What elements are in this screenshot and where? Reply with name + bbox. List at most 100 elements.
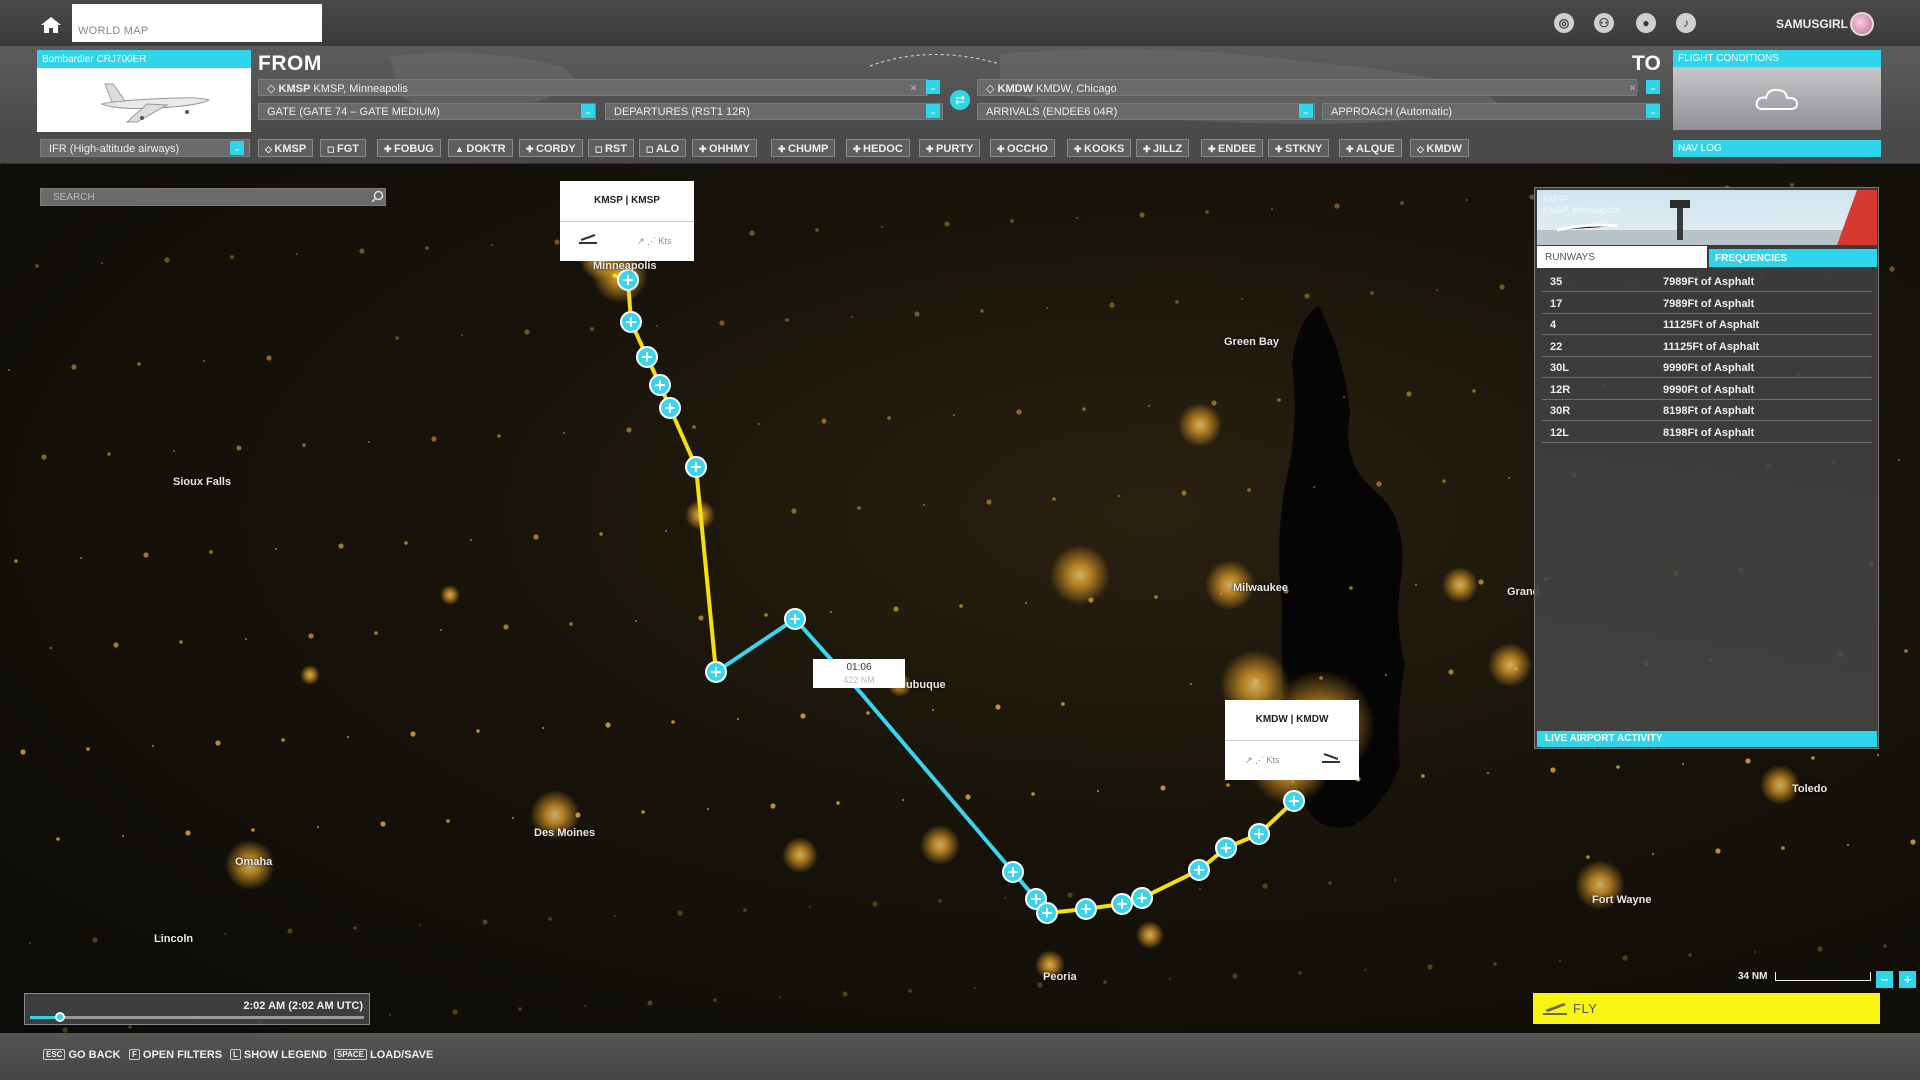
destination-airport-card[interactable]: KMDW | KMDW ↗ ⋰ Kts	[1225, 700, 1359, 780]
username[interactable]: SAMUSGIRL	[1776, 17, 1848, 31]
city-label: Des Moines	[534, 827, 596, 839]
hint-go-back[interactable]: ESC GO BACK	[43, 1049, 120, 1061]
intersection-icon: ✚	[853, 144, 864, 154]
waypoint-chip[interactable]: ✚ KOOKS	[1067, 139, 1132, 157]
arrival-procedure-field[interactable]: ARRIVALS (ENDEE6 04R)	[977, 103, 1315, 120]
aircraft-card[interactable]: Bombardier CRJ700ER	[37, 50, 251, 132]
intersection-icon: ✚	[1074, 144, 1085, 154]
gate-field[interactable]: GATE (GATE 74 – GATE MEDIUM)	[258, 103, 596, 120]
clear-departure-icon[interactable]: ✕	[908, 81, 919, 93]
route-leg[interactable]	[1046, 799, 1296, 915]
home-icon[interactable]	[40, 16, 62, 34]
departure-airport-field[interactable]: ◇ KMSP KMSP, Minneapolis	[258, 79, 928, 96]
tab-runways[interactable]: RUNWAYS	[1537, 246, 1707, 268]
world-map-tab[interactable]: WORLD MAP	[72, 4, 322, 42]
city-label: Dubuque	[898, 679, 946, 691]
aircraft-name: Bombardier CRJ700ER	[37, 50, 251, 68]
waypoint-name: ALQUE	[1356, 143, 1395, 155]
origin-name: KMSP	[631, 195, 660, 206]
runway-detail: 9990Ft of Asphalt	[1663, 362, 1755, 374]
destination-code: KMDW	[1255, 714, 1288, 725]
key-cap: SPACE	[334, 1049, 367, 1060]
chevron-down-icon[interactable]: ⌄	[581, 104, 595, 118]
altitude-mode-select[interactable]: IFR (High-altitude airways)	[40, 139, 250, 157]
waypoint-name: OHHMY	[709, 143, 750, 155]
waypoint-chip[interactable]: ✚ CORDY	[519, 139, 583, 157]
activity-icon[interactable]: ◎	[1554, 13, 1574, 33]
waypoint-chip[interactable]: ◇ KMDW	[1410, 139, 1469, 157]
waypoint-chip[interactable]: ✚ OCCHO	[990, 139, 1055, 157]
waypoint-chip[interactable]: ✚ ENDEE	[1201, 139, 1263, 157]
city-label: Milwaukee	[1233, 582, 1289, 594]
airport-icon: ◇	[986, 83, 998, 95]
runway-detail: 9990Ft of Asphalt	[1663, 383, 1755, 396]
leg-time-label: 01:06 422 NM	[813, 659, 905, 688]
hint-open-filters[interactable]: F OPEN FILTERS	[129, 1049, 222, 1061]
origin-airport-card[interactable]: KMSP | KMSP ↗ ⋰ Kts	[560, 181, 694, 261]
waypoint-chip[interactable]: ✚ STKNY	[1268, 139, 1330, 157]
runway-row[interactable]: 12R 9990Ft of Asphalt	[1542, 379, 1872, 400]
zoom-out-button[interactable]: −	[1876, 971, 1893, 988]
hint-label: SHOW LEGEND	[243, 1049, 328, 1061]
vor-icon: ◻	[595, 144, 605, 154]
chevron-down-icon[interactable]: ⌄	[1646, 104, 1660, 118]
intersection-icon: ✚	[384, 144, 395, 154]
waypoint-chip[interactable]: ◇ KMSP	[258, 139, 314, 157]
waypoint-chip[interactable]: ✚ CHUMP	[771, 139, 836, 157]
key-cap: F	[129, 1049, 140, 1060]
city-label: Toledo	[1792, 783, 1828, 795]
waypoint-chip[interactable]: ✚ ALQUE	[1339, 139, 1402, 157]
runway-row[interactable]: 12L 8198Ft of Asphalt	[1542, 422, 1872, 443]
nav-log-button[interactable]: NAV LOG	[1673, 140, 1881, 157]
avatar[interactable]	[1850, 12, 1874, 36]
runway-row[interactable]: 35 7989Ft of Asphalt	[1542, 271, 1872, 292]
waypoint-chip[interactable]: ✚ OHHMY	[692, 139, 757, 157]
chevron-down-icon[interactable]: ⌄	[1646, 80, 1660, 94]
waypoint-name: CORDY	[536, 143, 576, 155]
hint-show-legend[interactable]: L SHOW LEGEND	[230, 1049, 327, 1061]
fly-button[interactable]: FLY	[1533, 993, 1880, 1024]
waypoint-chip[interactable]: ✚ HEDOC	[846, 139, 910, 157]
chevron-down-icon[interactable]: ⌄	[926, 80, 940, 94]
map-search-input[interactable]: SEARCH	[40, 188, 386, 206]
multiplayer-icon[interactable]: ⚇	[1594, 13, 1614, 33]
time-slider[interactable]	[30, 1012, 364, 1022]
runway-row[interactable]: 4 11125Ft of Asphalt	[1542, 314, 1872, 335]
plane-takeoff-icon	[1543, 1003, 1567, 1015]
time-slider-handle[interactable]	[55, 1012, 66, 1022]
tab-frequencies[interactable]: FREQUENCIES	[1709, 249, 1877, 267]
arrival-airport-field[interactable]: ◇ KMDW KMDW, Chicago	[977, 79, 1637, 96]
hint-load-save[interactable]: SPACE LOAD/SAVE	[334, 1049, 433, 1061]
flight-conditions-card[interactable]: FLIGHT CONDITIONS	[1673, 50, 1881, 130]
intersection-icon: ✚	[997, 144, 1008, 154]
waypoint-chip[interactable]: ✚ FOBUG	[377, 139, 441, 157]
runway-row[interactable]: 22 11125Ft of Asphalt	[1542, 336, 1872, 357]
search-icon[interactable]	[371, 190, 384, 203]
waypoint-chip[interactable]: ◻ FGT	[320, 139, 366, 157]
runway-number: 35	[1550, 276, 1563, 288]
photo-caption: KMSP	[1543, 194, 1569, 204]
runway-row[interactable]: 30R 8198Ft of Asphalt	[1542, 400, 1872, 421]
waypoint-chip[interactable]: ◻ ALO	[639, 139, 687, 157]
waypoint-chip[interactable]: ✚ JILLZ	[1136, 139, 1190, 157]
approach-field[interactable]: APPROACH (Automatic)	[1322, 103, 1660, 120]
swap-route-button[interactable]: ⇄	[950, 90, 970, 110]
waypoint-name: PURTY	[936, 143, 974, 155]
notifications-icon[interactable]: ♪	[1676, 13, 1696, 33]
profile-icon[interactable]: ●	[1636, 13, 1656, 33]
waypoint-chip[interactable]: ◻ RST	[588, 139, 634, 157]
departure-procedure-field[interactable]: DEPARTURES (RST1 12R)	[605, 103, 943, 120]
clear-arrival-icon[interactable]: ✕	[1627, 81, 1638, 93]
chevron-down-icon[interactable]: ⌄	[230, 141, 244, 155]
waypoint-chip[interactable]: ✚ PURTY	[919, 139, 981, 157]
zoom-in-button[interactable]: +	[1899, 971, 1916, 988]
flight-conditions-label: FLIGHT CONDITIONS	[1673, 50, 1881, 67]
chevron-down-icon[interactable]: ⌄	[1299, 104, 1313, 118]
runway-number: 12L	[1550, 426, 1569, 439]
runway-row[interactable]: 30L 9990Ft of Asphalt	[1542, 357, 1872, 378]
chevron-down-icon[interactable]: ⌄	[926, 104, 940, 118]
waypoint-chip[interactable]: ▲ DOKTR	[448, 139, 513, 157]
waypoint-name: KMDW	[1426, 143, 1462, 155]
live-airport-activity-button[interactable]: LIVE AIRPORT ACTIVITY	[1537, 731, 1877, 747]
runway-row[interactable]: 17 7989Ft of Asphalt	[1542, 293, 1872, 314]
